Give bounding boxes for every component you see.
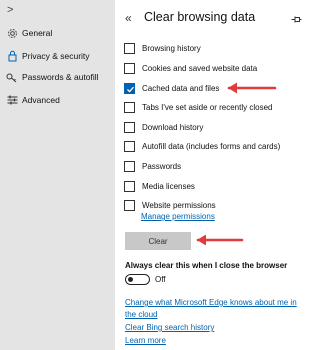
settings-sidebar: > General Privacy & security Passwords &… (0, 0, 115, 350)
change-data-link-line2[interactable]: the cloud (125, 310, 157, 319)
checkbox[interactable] (124, 42, 135, 54)
checkbox-label: Browsing history (142, 43, 201, 53)
toggle-knob (128, 276, 133, 282)
option-cookies[interactable]: Cookies and saved website data (124, 61, 257, 75)
option-media-licenses[interactable]: Media licenses (124, 179, 195, 193)
option-cached-data[interactable]: Cached data and files (124, 81, 219, 95)
checkbox-label: Cached data and files (142, 83, 220, 93)
checkbox[interactable] (124, 180, 135, 192)
checkbox-label: Cookies and saved website data (142, 63, 258, 73)
sidebar-item-advanced[interactable]: Advanced (0, 90, 115, 110)
annotation-arrow-icon (196, 234, 244, 246)
checkbox-checked[interactable] (124, 82, 135, 94)
sidebar-item-label: Privacy & security (22, 51, 90, 61)
sliders-icon (6, 94, 18, 106)
chevron-right-icon[interactable]: > (7, 4, 13, 16)
checkbox-label: Website permissions (142, 200, 216, 210)
checkmark-icon (127, 86, 134, 93)
sidebar-item-label: Advanced (22, 95, 60, 105)
clear-browsing-data-panel: « Clear browsing data Browsing history C… (115, 0, 310, 350)
checkbox-label: Passwords (142, 161, 182, 171)
option-download-history[interactable]: Download history (124, 120, 203, 134)
always-clear-toggle[interactable] (125, 274, 150, 285)
checkbox-label: Download history (142, 122, 204, 132)
sidebar-item-passwords-autofill[interactable]: Passwords & autofill (0, 67, 115, 87)
checkbox-label: Media licenses (142, 181, 195, 191)
pin-icon[interactable] (291, 11, 302, 29)
annotation-arrow-icon (227, 82, 277, 94)
always-clear-label: Always clear this when I close the brows… (125, 261, 288, 270)
gear-icon (6, 27, 18, 39)
back-chevron-icon[interactable]: « (125, 11, 132, 25)
sidebar-item-general[interactable]: General (0, 23, 115, 43)
option-tabs-set-aside[interactable]: Tabs I've set aside or recently closed (124, 100, 272, 114)
checkbox-label: Tabs I've set aside or recently closed (142, 102, 273, 112)
clear-bing-history-link[interactable]: Clear Bing search history (125, 323, 214, 332)
option-browsing-history[interactable]: Browsing history (124, 41, 201, 55)
option-website-permissions[interactable]: Website permissions (124, 198, 216, 212)
clear-button[interactable]: Clear (125, 232, 191, 250)
checkbox[interactable] (124, 140, 135, 152)
toggle-state-label: Off (155, 275, 166, 284)
checkbox[interactable] (124, 62, 135, 74)
lock-icon (6, 50, 18, 62)
checkbox-label: Autofill data (includes forms and cards) (142, 141, 281, 151)
checkbox[interactable] (124, 121, 135, 133)
sidebar-item-label: Passwords & autofill (22, 72, 99, 82)
checkbox[interactable] (124, 101, 135, 113)
checkbox[interactable] (124, 199, 135, 211)
option-passwords[interactable]: Passwords (124, 159, 181, 173)
sidebar-item-label: General (22, 28, 53, 38)
checkbox[interactable] (124, 160, 135, 172)
page-title: Clear browsing data (144, 10, 256, 24)
key-icon (6, 71, 18, 83)
manage-permissions-link[interactable]: Manage permissions (141, 212, 215, 221)
learn-more-link[interactable]: Learn more (125, 336, 166, 345)
change-data-link-line1[interactable]: Change what Microsoft Edge knows about m… (125, 298, 297, 307)
option-autofill-data[interactable]: Autofill data (includes forms and cards) (124, 139, 280, 153)
sidebar-item-privacy-security[interactable]: Privacy & security (0, 46, 115, 66)
